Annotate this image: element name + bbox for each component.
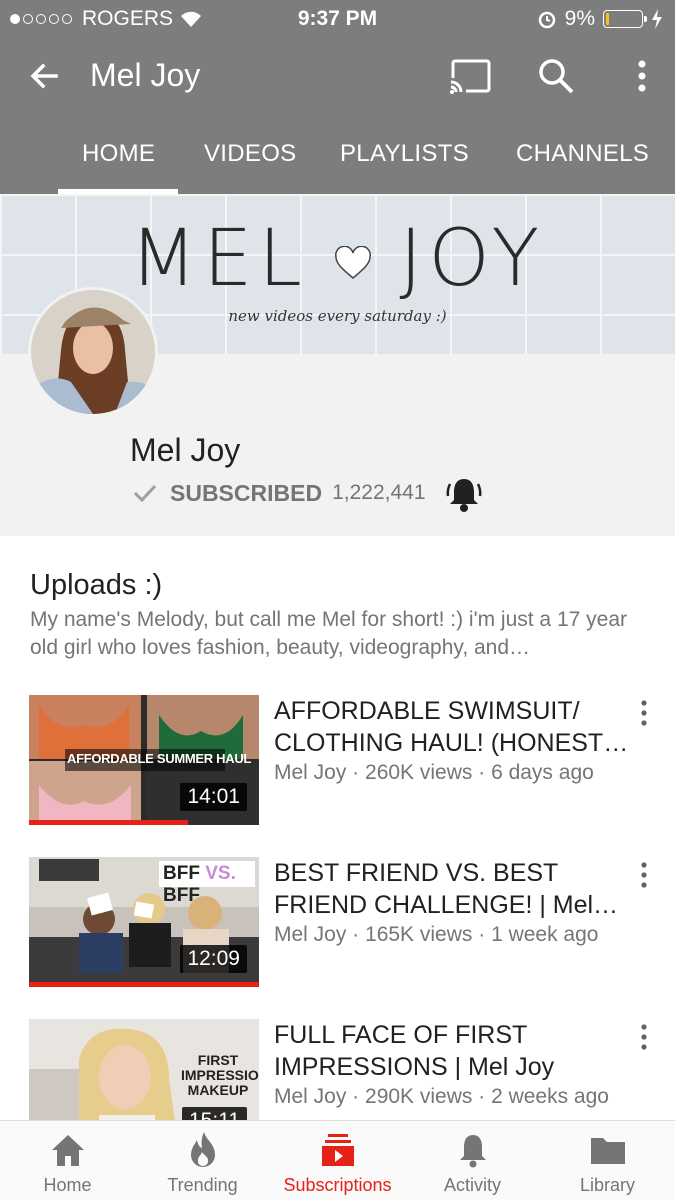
thumbnail-caption: BFF VS. BFF — [163, 863, 259, 907]
video-meta: Mel Joy · 260K views · 6 days ago — [274, 761, 594, 784]
app-bar: Mel Joy — [0, 38, 675, 116]
heart-icon — [334, 245, 371, 279]
banner-title-left: MEL — [129, 214, 308, 304]
nav-trending[interactable]: Trending — [135, 1121, 270, 1200]
video-thumbnail[interactable]: BFF VS. BFF 12:09 — [29, 857, 259, 987]
nav-library[interactable]: Library — [540, 1121, 675, 1200]
avatar[interactable] — [28, 287, 158, 417]
thumbnail-caption-part: BFF — [163, 885, 200, 906]
status-bar: ROGERS 9:37 PM 9% — [0, 0, 675, 38]
video-meta: Mel Joy · 290K views · 2 weeks ago — [274, 1085, 609, 1108]
section-title[interactable]: Uploads :) — [30, 569, 162, 602]
nav-label: Library — [579, 1175, 636, 1195]
video-item[interactable]: BFF VS. BFF 12:09 BEST FRIEND VS. BEST F… — [0, 857, 675, 997]
video-duration: 14:01 — [180, 783, 247, 811]
channel-tabs: HOME VIDEOS PLAYLISTS CHANNELS — [0, 116, 675, 194]
folder-icon — [591, 1138, 625, 1164]
checkmark-icon — [133, 484, 157, 503]
alarm-icon — [538, 11, 555, 29]
channel-name: Mel Joy — [130, 432, 241, 468]
nav-activity[interactable]: Activity — [405, 1121, 540, 1200]
thumbnail-caption: FIRST IMPRESSION MAKEUP — [181, 1052, 259, 1098]
battery-icon — [603, 10, 647, 28]
nav-label: Activity — [443, 1175, 501, 1195]
thumbnail-caption-part: BFF — [163, 863, 200, 884]
search-icon[interactable] — [536, 56, 576, 96]
subscribe-row[interactable]: SUBSCRIBED 1,222,441 — [130, 478, 426, 508]
video-item[interactable]: AFFORDABLE SUMMER HAUL 14:01 AFFORDABLE … — [0, 695, 675, 835]
nav-label: Trending — [167, 1175, 238, 1195]
battery-percent: 9% — [564, 7, 595, 30]
video-meta: Mel Joy · 165K views · 1 week ago — [274, 923, 599, 946]
nav-subscriptions[interactable]: Subscriptions — [270, 1121, 405, 1200]
status-right: 9% — [537, 7, 663, 31]
charging-bolt-icon — [652, 9, 662, 29]
video-title[interactable]: BEST FRIEND VS. BEST FRIEND CHALLENGE! |… — [274, 857, 634, 921]
cast-icon[interactable] — [448, 58, 492, 96]
watch-progress-bar — [29, 820, 188, 825]
video-more-icon[interactable] — [634, 699, 654, 727]
banner-title-right: JOY — [399, 214, 546, 304]
nav-label: Subscriptions — [283, 1175, 392, 1195]
home-icon — [52, 1135, 84, 1166]
section-description: My name's Melody, but call me Mel for sh… — [30, 608, 627, 659]
tab-playlists[interactable]: PLAYLISTS — [340, 140, 469, 168]
subscriptions-icon — [322, 1134, 354, 1166]
thumbnail-caption: AFFORDABLE SUMMER HAUL — [67, 751, 252, 766]
avatar-photo — [31, 290, 155, 414]
tab-channels[interactable]: CHANNELS — [516, 140, 649, 168]
subscribed-button[interactable]: SUBSCRIBED — [170, 480, 322, 507]
video-title[interactable]: FULL FACE OF FIRST IMPRESSIONS | Mel Joy — [274, 1019, 634, 1083]
video-title[interactable]: AFFORDABLE SWIMSUIT/ CLOTHING HAUL! (HON… — [274, 695, 634, 759]
video-thumbnail[interactable]: AFFORDABLE SUMMER HAUL 14:01 — [29, 695, 259, 825]
notification-bell-icon[interactable] — [444, 474, 484, 514]
video-more-icon[interactable] — [634, 861, 654, 889]
back-arrow-icon[interactable] — [26, 58, 62, 94]
tab-videos[interactable]: VIDEOS — [204, 140, 297, 168]
watch-progress-bar — [29, 982, 259, 987]
bottom-navigation: Home Trending Subscriptions Activity Lib… — [0, 1120, 675, 1200]
nav-label: Home — [43, 1175, 92, 1195]
subscriber-count: 1,222,441 — [332, 481, 426, 504]
flame-icon — [191, 1132, 215, 1167]
thumbnail-caption-part: VS. — [205, 863, 236, 884]
tab-home[interactable]: HOME — [82, 140, 155, 168]
more-vert-icon[interactable] — [626, 56, 658, 96]
bell-icon — [460, 1135, 486, 1168]
video-duration: 12:09 — [180, 945, 247, 973]
nav-home[interactable]: Home — [0, 1121, 135, 1200]
page-title: Mel Joy — [90, 57, 201, 93]
video-more-icon[interactable] — [634, 1023, 654, 1051]
